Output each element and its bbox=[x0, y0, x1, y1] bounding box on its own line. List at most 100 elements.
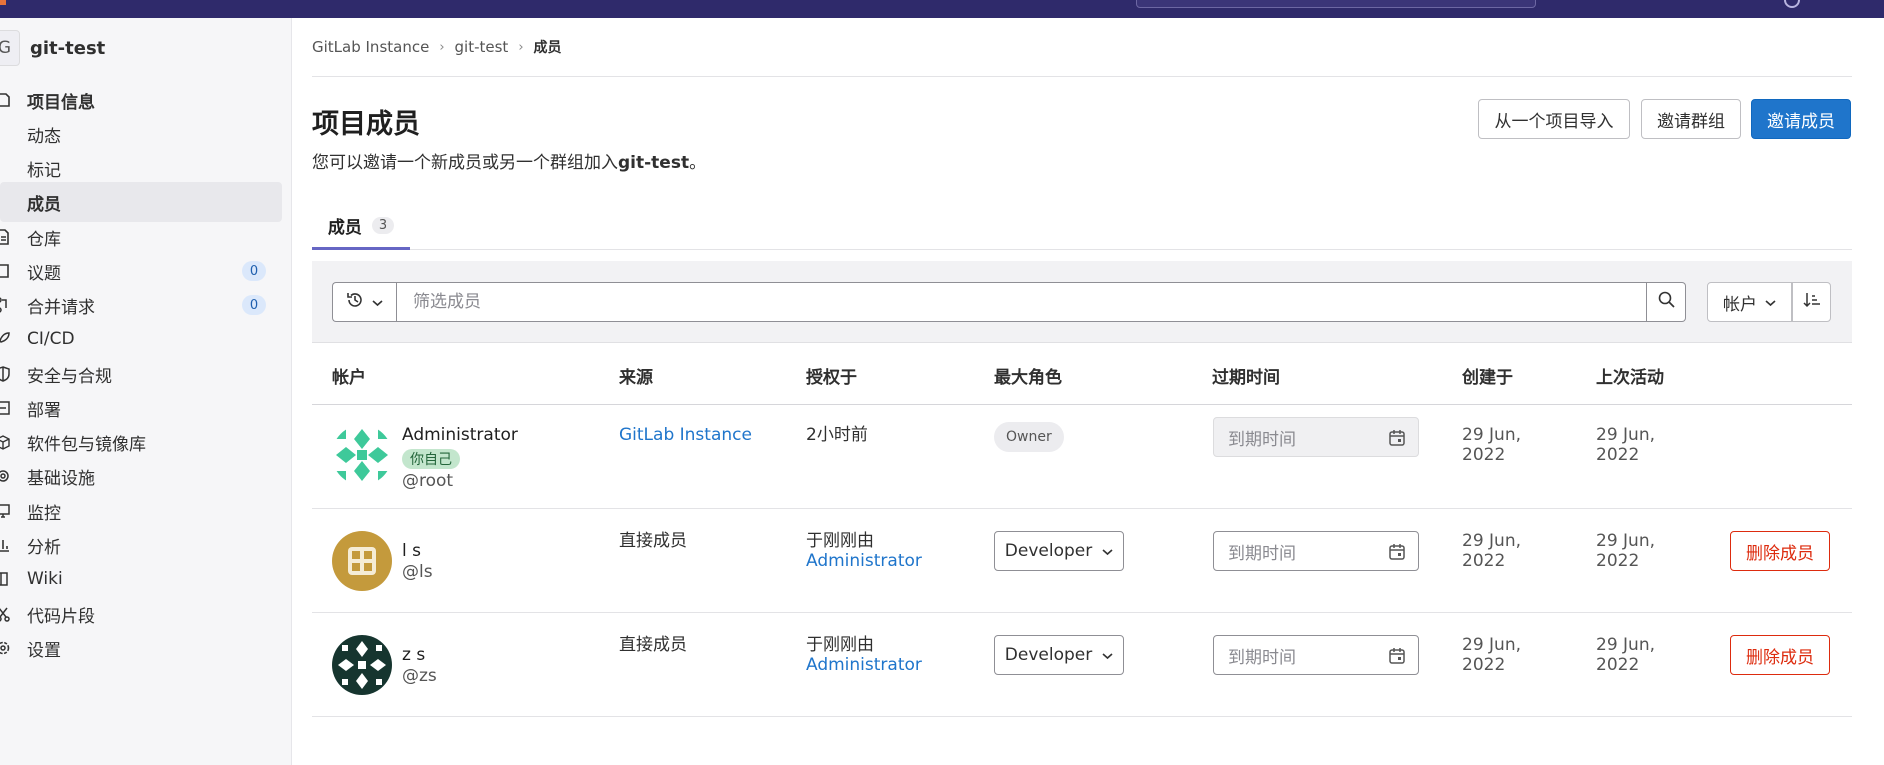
search-icon bbox=[1658, 291, 1675, 313]
merge-requests-count-badge: 0 bbox=[242, 295, 266, 315]
history-icon bbox=[346, 291, 364, 314]
last-activity-date: 29 Jun, 2022 bbox=[1596, 425, 1656, 465]
issues-icon bbox=[0, 262, 12, 280]
chevron-right-icon: › bbox=[518, 39, 524, 55]
cloud-gear-icon bbox=[0, 467, 12, 485]
table-row: l s @ls 直接成员 于刚刚由 Administrator Developer… bbox=[312, 509, 1852, 613]
invite-members-button[interactable]: 邀请成员 bbox=[1751, 99, 1851, 139]
book-icon bbox=[0, 570, 12, 588]
column-account: 帐户 bbox=[332, 368, 366, 388]
issues-count-badge: 0 bbox=[242, 261, 266, 281]
member-name[interactable]: Administrator bbox=[402, 425, 518, 445]
member-name[interactable]: l s bbox=[402, 541, 421, 561]
table-row: z s @zs 直接成员 于刚刚由 Administrator Developer… bbox=[312, 613, 1852, 717]
members-count-badge: 3 bbox=[371, 217, 395, 234]
last-activity-date: 29 Jun, 2022 bbox=[1596, 635, 1656, 675]
chart-icon bbox=[0, 536, 12, 554]
column-source: 来源 bbox=[619, 368, 653, 388]
sidebar-item-members[interactable]: 成员 bbox=[0, 182, 282, 222]
members-table-header: 帐户 来源 授权于 最大角色 过期时间 创建于 上次活动 bbox=[312, 343, 1852, 405]
project-name-highlight: git-test bbox=[618, 153, 690, 173]
column-expiration: 过期时间 bbox=[1212, 368, 1280, 388]
column-created: 创建于 bbox=[1462, 368, 1513, 388]
column-granted: 授权于 bbox=[806, 368, 857, 388]
source-text: 直接成员 bbox=[619, 635, 687, 655]
filter-members-input[interactable] bbox=[396, 282, 1647, 322]
granted-by-link[interactable]: Administrator bbox=[806, 655, 922, 675]
snippet-icon bbox=[0, 605, 12, 623]
expiration-date-field: 到期时间 bbox=[1213, 417, 1419, 457]
chevron-down-icon bbox=[1102, 541, 1113, 561]
sidebar-item-infrastructure[interactable]: 基础设施 bbox=[0, 456, 282, 496]
sort-direction-button[interactable] bbox=[1792, 282, 1831, 322]
sidebar-item-settings[interactable]: 设置 bbox=[0, 628, 282, 668]
member-username: @ls bbox=[402, 562, 433, 582]
global-search-input[interactable] bbox=[1136, 0, 1536, 8]
project-header[interactable]: G git-test bbox=[0, 30, 105, 66]
gitlab-logo-icon[interactable] bbox=[0, 0, 6, 5]
project-avatar: G bbox=[0, 30, 20, 66]
page-title: 项目成员 bbox=[312, 109, 420, 140]
chevron-right-icon: › bbox=[439, 39, 445, 55]
avatar[interactable] bbox=[332, 425, 392, 485]
member-username: @root bbox=[402, 471, 454, 491]
created-date: 29 Jun, 2022 bbox=[1462, 531, 1522, 571]
role-dropdown[interactable]: Developer bbox=[994, 531, 1124, 571]
sort-lowest-icon bbox=[1802, 292, 1821, 313]
divider bbox=[312, 76, 1852, 77]
remove-member-button[interactable]: 删除成员 bbox=[1730, 531, 1830, 571]
document-icon bbox=[0, 228, 12, 246]
created-date: 29 Jun, 2022 bbox=[1462, 425, 1522, 465]
gear-icon bbox=[0, 639, 12, 657]
breadcrumb-current[interactable]: 成员 bbox=[534, 37, 562, 57]
granted-info: 于刚刚由 Administrator bbox=[806, 635, 922, 675]
chevron-down-icon bbox=[1765, 292, 1776, 312]
top-navbar bbox=[0, 0, 1884, 18]
member-name[interactable]: z s bbox=[402, 645, 425, 665]
project-name: git-test bbox=[30, 37, 106, 59]
table-row: Administrator 你自己 @root GitLab Instance … bbox=[312, 405, 1852, 509]
its-you-badge: 你自己 bbox=[402, 449, 460, 469]
package-icon bbox=[0, 433, 12, 451]
granted-info: 于刚刚由 Administrator bbox=[806, 531, 922, 571]
shield-icon bbox=[0, 365, 12, 383]
sidebar-item-cicd[interactable]: CI/CD bbox=[0, 319, 282, 359]
project-sidebar: G git-test 项目信息 动态 标记 成员 仓库 议题 0 合并请求 0 … bbox=[0, 18, 292, 765]
remove-member-button[interactable]: 删除成员 bbox=[1730, 635, 1830, 675]
sidebar-item-wiki[interactable]: Wiki bbox=[0, 559, 282, 599]
role-badge: Owner bbox=[994, 422, 1064, 452]
filter-bar: 帐户 bbox=[312, 261, 1852, 343]
breadcrumb-link-instance[interactable]: GitLab Instance bbox=[312, 38, 429, 56]
info-icon bbox=[0, 91, 12, 109]
page-description: 您可以邀请一个新成员或另一个群组加入git-test。 bbox=[312, 153, 707, 173]
expiration-date-field[interactable]: 到期时间 bbox=[1213, 531, 1419, 571]
column-max-role: 最大角色 bbox=[994, 368, 1062, 388]
invite-group-button[interactable]: 邀请群组 bbox=[1641, 99, 1741, 139]
avatar[interactable] bbox=[332, 531, 392, 591]
source-link[interactable]: GitLab Instance bbox=[619, 425, 752, 445]
search-button[interactable] bbox=[1647, 282, 1686, 322]
deployments-icon bbox=[0, 399, 12, 417]
member-username: @zs bbox=[402, 666, 437, 686]
calendar-icon bbox=[1388, 429, 1406, 452]
column-last-activity: 上次活动 bbox=[1596, 368, 1664, 388]
role-dropdown[interactable]: Developer bbox=[994, 635, 1124, 675]
members-tabs: 成员 3 bbox=[312, 204, 1852, 250]
granted-by-link[interactable]: Administrator bbox=[806, 551, 922, 571]
expiration-date-field[interactable]: 到期时间 bbox=[1213, 635, 1419, 675]
import-from-project-button[interactable]: 从一个项目导入 bbox=[1478, 99, 1630, 139]
calendar-icon bbox=[1388, 543, 1406, 566]
breadcrumb-link-project[interactable]: git-test bbox=[455, 38, 509, 56]
avatar[interactable] bbox=[332, 635, 392, 695]
breadcrumb: GitLab Instance › git-test › 成员 bbox=[312, 37, 562, 57]
calendar-icon bbox=[1388, 647, 1406, 670]
tab-members[interactable]: 成员 3 bbox=[312, 204, 410, 250]
chevron-down-icon bbox=[372, 292, 383, 312]
source-text: 直接成员 bbox=[619, 531, 687, 551]
sort-by-dropdown[interactable]: 帐户 bbox=[1707, 282, 1792, 322]
help-icon[interactable] bbox=[1784, 0, 1800, 8]
merge-request-icon bbox=[0, 296, 12, 314]
chevron-down-icon bbox=[1102, 645, 1113, 665]
created-date: 29 Jun, 2022 bbox=[1462, 635, 1522, 675]
recent-searches-dropdown[interactable] bbox=[332, 282, 396, 322]
